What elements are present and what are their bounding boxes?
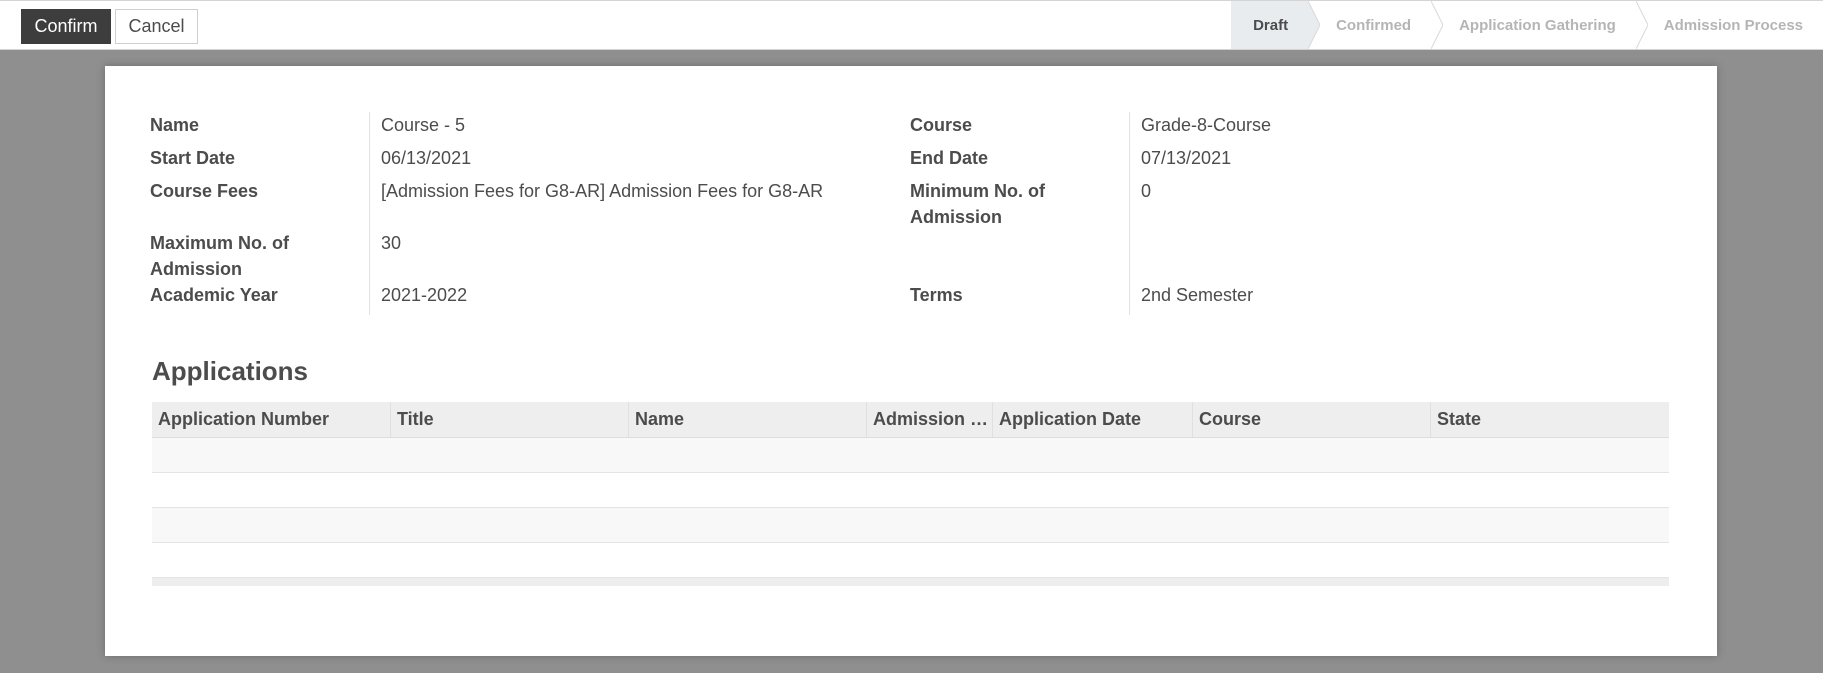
field-label: Terms [910,282,1130,315]
field-value[interactable]: 30 [370,230,401,282]
field-end-date: End Date 07/13/2021 [910,145,1672,178]
stage-label: Draft [1253,16,1289,34]
field-label: End Date [910,145,1130,178]
stage-draft[interactable]: Draft [1231,1,1321,49]
form-sheet: Name Course - 5 Start Date 06/13/2021 Co… [105,66,1717,656]
field-minimum-admission: Minimum No. of Admission 0 [910,178,1672,282]
stage-confirmed[interactable]: Confirmed [1308,1,1444,49]
table-row [152,508,1669,543]
stage-label: Application Gathering [1459,16,1616,34]
table-header: Application Number Title Name Admission … [152,402,1669,438]
column-header-course[interactable]: Course [1193,402,1431,437]
confirm-button[interactable]: Confirm [21,9,111,44]
column-header-state[interactable]: State [1431,402,1669,437]
field-value[interactable]: 2nd Semester [1130,282,1253,315]
column-header-application-number[interactable]: Application Number [152,402,391,437]
cancel-button[interactable]: Cancel [115,9,198,44]
field-academic-year: Academic Year 2021-2022 [150,282,910,315]
table-row [152,473,1669,508]
field-label: Minimum No. of Admission [910,178,1130,282]
field-label: Course Fees [150,178,370,230]
stage-application-gathering[interactable]: Application Gathering [1431,1,1648,49]
field-value[interactable]: 06/13/2021 [370,145,471,178]
field-value[interactable]: 0 [1130,178,1151,282]
column-header-title[interactable]: Title [391,402,629,437]
applications-title: Applications [152,356,309,386]
field-start-date: Start Date 06/13/2021 [150,145,910,178]
field-value[interactable]: Grade-8-Course [1130,112,1271,145]
table-row [152,543,1669,578]
stage-label: Admission Process [1663,16,1803,34]
field-value[interactable]: [Admission Fees for G8-AR] Admission Fee… [370,178,823,230]
chevron-right-icon [1308,1,1321,49]
status-bar: Draft Confirmed Application Gathering Ad… [1231,1,1823,49]
field-maximum-admission: Maximum No. of Admission 30 [150,230,910,282]
chevron-right-icon [1431,1,1444,49]
stage-label: Confirmed [1336,16,1412,34]
control-panel: Confirm Cancel Draft Confirmed Applicati… [0,0,1823,50]
column-header-admission[interactable]: Admission … [867,402,993,437]
right-column: Course Grade-8-Course End Date 07/13/202… [910,112,1672,315]
field-label: Course [910,112,1130,145]
column-header-application-date[interactable]: Application Date [993,402,1193,437]
table-row [152,438,1669,473]
field-value[interactable]: 2021-2022 [370,282,467,315]
applications-table: Application Number Title Name Admission … [152,402,1669,586]
field-terms: Terms 2nd Semester [910,282,1672,315]
column-header-name[interactable]: Name [629,402,867,437]
field-label: Academic Year [150,282,370,315]
field-value[interactable]: Course - 5 [370,112,465,145]
field-label: Name [150,112,370,145]
left-column: Name Course - 5 Start Date 06/13/2021 Co… [150,112,910,315]
field-name: Name Course - 5 [150,112,910,145]
stage-admission-process[interactable]: Admission Process [1635,1,1823,49]
field-course-fees: Course Fees [Admission Fees for G8-AR] A… [150,178,910,230]
field-course: Course Grade-8-Course [910,112,1672,145]
field-label: Maximum No. of Admission [150,230,370,282]
table-footer [152,578,1669,586]
field-value[interactable]: 07/13/2021 [1130,145,1231,178]
field-label: Start Date [150,145,370,178]
chevron-right-icon [1635,1,1648,49]
